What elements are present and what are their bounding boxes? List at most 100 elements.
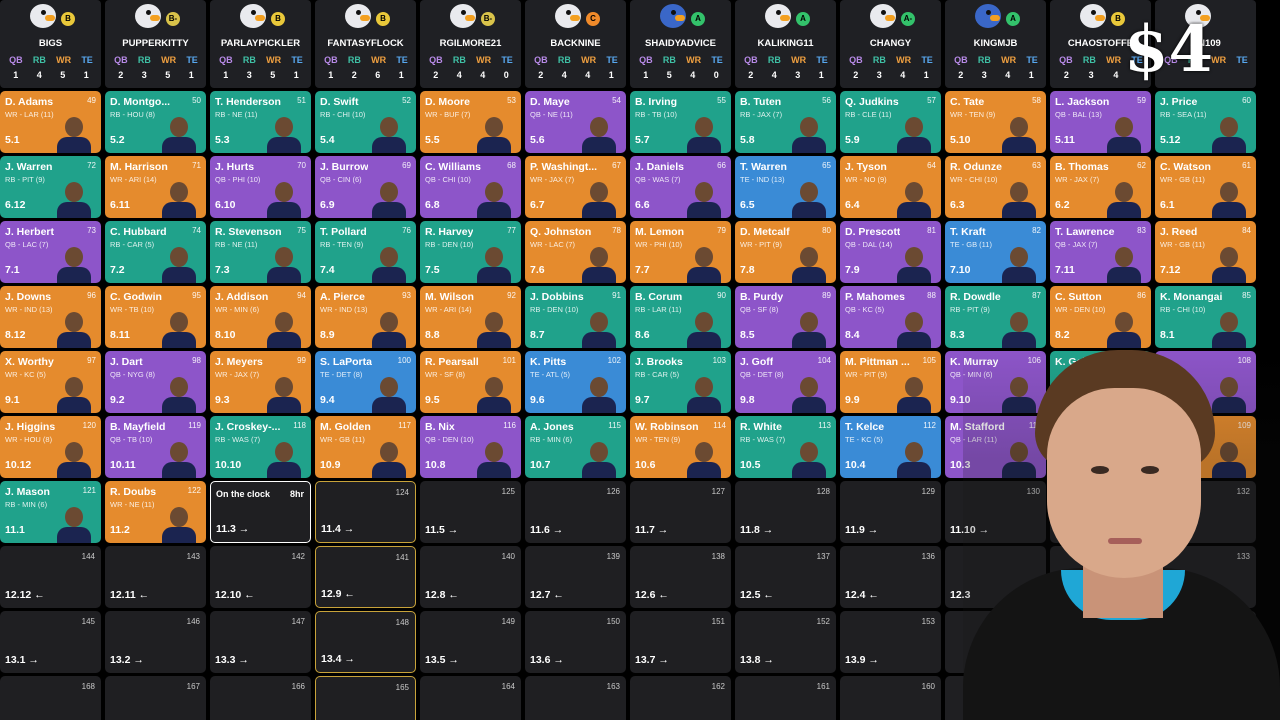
empty-pick-slot[interactable]: 167 [105,676,206,720]
player-pick-card[interactable]: C. Watson WR - GB (11) 61 6.1 [1155,156,1256,218]
empty-pick-slot[interactable]: 137 12.5 ← [735,546,836,608]
empty-pick-slot[interactable]: 125 11.5 → [420,481,521,543]
empty-pick-slot[interactable]: 146 13.2 → [105,611,206,673]
player-pick-card[interactable]: J. Higgins WR - HOU (8) 120 10.12 [0,416,101,478]
empty-pick-slot[interactable]: 129 11.9 → [840,481,941,543]
player-pick-card[interactable]: J. Reed WR - GB (11) 84 7.12 [1155,221,1256,283]
player-pick-card[interactable]: P. Mahomes QB - KC (5) 88 8.4 [840,286,941,348]
player-pick-card[interactable]: C. Williams QB - CHI (10) 68 6.8 [420,156,521,218]
player-pick-card[interactable]: A. Jones RB - MIN (6) 115 10.7 [525,416,626,478]
player-pick-card[interactable]: M. Lemon WR - PHI (10) 79 7.7 [630,221,731,283]
player-pick-card[interactable]: J. Dart QB - NYG (8) 98 9.2 [105,351,206,413]
player-pick-card[interactable]: L. Jackson QB - BAL (13) 59 5.11 [1050,91,1151,153]
empty-pick-slot[interactable]: 140 12.8 ← [420,546,521,608]
player-pick-card[interactable]: J. Mason RB - MIN (6) 121 11.1 [0,481,101,543]
player-pick-card[interactable]: R. Pearsall WR - SF (8) 101 9.5 [420,351,521,413]
player-pick-card[interactable]: M. Pittman ... WR - PIT (9) 105 9.9 [840,351,941,413]
empty-pick-slot[interactable]: 143 12.11 ← [105,546,206,608]
player-pick-card[interactable]: T. Lawrence QB - JAX (7) 83 7.11 [1050,221,1151,283]
player-pick-card[interactable]: B. Tuten RB - JAX (7) 56 5.8 [735,91,836,153]
player-pick-card[interactable]: D. Adams WR - LAR (11) 49 5.1 [0,91,101,153]
empty-pick-slot[interactable]: 166 [210,676,311,720]
player-pick-card[interactable]: T. Warren TE - IND (13) 65 6.5 [735,156,836,218]
player-pick-card[interactable]: A. Pierce WR - IND (13) 93 8.9 [315,286,416,348]
player-pick-card[interactable]: J. Tyson WR - NO (9) 64 6.4 [840,156,941,218]
empty-pick-slot[interactable]: 147 13.3 → [210,611,311,673]
player-pick-card[interactable]: B. Nix QB - DEN (10) 116 10.8 [420,416,521,478]
player-pick-card[interactable]: X. Worthy WR - KC (5) 97 9.1 [0,351,101,413]
player-pick-card[interactable]: Q. Judkins RB - CLE (11) 57 5.9 [840,91,941,153]
empty-pick-slot[interactable]: 141 12.9 ← [315,546,416,608]
player-pick-card[interactable]: C. Sutton WR - DEN (10) 86 8.2 [1050,286,1151,348]
player-pick-card[interactable]: R. Doubs WR - NE (11) 122 11.2 [105,481,206,543]
player-pick-card[interactable]: J. Warren RB - PIT (9) 72 6.12 [0,156,101,218]
player-pick-card[interactable]: D. Maye QB - NE (11) 54 5.6 [525,91,626,153]
on-the-clock-slot[interactable]: On the clock 8hr 11.3 → [210,481,311,543]
player-pick-card[interactable]: J. Price RB - SEA (11) 60 5.12 [1155,91,1256,153]
team-header[interactable]: B- RGILMORE21 QB RB WR TE 2 4 4 0 [420,0,521,88]
player-pick-card[interactable]: J. Brooks RB - CAR (5) 103 9.7 [630,351,731,413]
player-pick-card[interactable]: J. Addison WR - MIN (6) 94 8.10 [210,286,311,348]
empty-pick-slot[interactable]: 126 11.6 → [525,481,626,543]
player-pick-card[interactable]: J. Downs WR - IND (13) 96 8.12 [0,286,101,348]
player-pick-card[interactable]: C. Godwin WR - TB (10) 95 8.11 [105,286,206,348]
player-pick-card[interactable]: R. Stevenson RB - NE (11) 75 7.3 [210,221,311,283]
player-pick-card[interactable]: B. Irving RB - TB (10) 55 5.7 [630,91,731,153]
team-header[interactable]: A- CHANGY QB RB WR TE 2 3 4 1 [840,0,941,88]
empty-pick-slot[interactable]: 153 13.9 → [840,611,941,673]
player-pick-card[interactable]: T. Kelce TE - KC (5) 112 10.4 [840,416,941,478]
team-header[interactable]: B BIGS QB RB WR TE 1 4 5 1 [0,0,101,88]
player-pick-card[interactable]: C. Hubbard RB - CAR (5) 74 7.2 [105,221,206,283]
player-pick-card[interactable]: J. Dobbins RB - DEN (10) 91 8.7 [525,286,626,348]
player-pick-card[interactable]: D. Montgo... RB - HOU (8) 50 5.2 [105,91,206,153]
player-pick-card[interactable]: B. Mayfield QB - TB (10) 119 10.11 [105,416,206,478]
empty-pick-slot[interactable]: 168 [0,676,101,720]
player-pick-card[interactable]: P. Washingt... WR - JAX (7) 67 6.7 [525,156,626,218]
player-pick-card[interactable]: J. Hurts QB - PHI (10) 70 6.10 [210,156,311,218]
player-pick-card[interactable]: B. Thomas WR - JAX (7) 62 6.2 [1050,156,1151,218]
empty-pick-slot[interactable]: 163 [525,676,626,720]
empty-pick-slot[interactable]: 142 12.10 ← [210,546,311,608]
player-pick-card[interactable]: J. Herbert QB - LAC (7) 73 7.1 [0,221,101,283]
player-pick-card[interactable]: D. Metcalf WR - PIT (9) 80 7.8 [735,221,836,283]
player-pick-card[interactable]: R. White RB - WAS (7) 113 10.5 [735,416,836,478]
player-pick-card[interactable]: K. Monangai RB - CHI (10) 85 8.1 [1155,286,1256,348]
player-pick-card[interactable]: M. Wilson WR - ARI (14) 92 8.8 [420,286,521,348]
team-header[interactable]: A KINGMJB QB RB WR TE 2 3 4 1 [945,0,1046,88]
player-pick-card[interactable]: D. Prescott QB - DAL (14) 81 7.9 [840,221,941,283]
player-pick-card[interactable]: R. Harvey RB - DEN (10) 77 7.5 [420,221,521,283]
empty-pick-slot[interactable]: 138 12.6 ← [630,546,731,608]
player-pick-card[interactable]: Q. Johnston WR - LAC (7) 78 7.6 [525,221,626,283]
player-pick-card[interactable]: M. Harrison WR - ARI (14) 71 6.11 [105,156,206,218]
team-header[interactable]: B FANTASYFLOCK QB RB WR TE 1 2 6 1 [315,0,416,88]
team-header[interactable]: B PARLAYPICKLER QB RB WR TE 1 3 5 1 [210,0,311,88]
empty-pick-slot[interactable]: 164 [420,676,521,720]
team-header[interactable]: A SHAIDYADVICE QB RB WR TE 1 5 4 0 [630,0,731,88]
player-pick-card[interactable]: J. Burrow QB - CIN (6) 69 6.9 [315,156,416,218]
empty-pick-slot[interactable]: 124 11.4 → [315,481,416,543]
player-pick-card[interactable]: J. Goff QB - DET (8) 104 9.8 [735,351,836,413]
empty-pick-slot[interactable]: 151 13.7 → [630,611,731,673]
player-pick-card[interactable]: J. Meyers WR - JAX (7) 99 9.3 [210,351,311,413]
player-pick-card[interactable]: J. Croskey-... RB - WAS (7) 118 10.10 [210,416,311,478]
player-pick-card[interactable]: T. Pollard RB - TEN (9) 76 7.4 [315,221,416,283]
empty-pick-slot[interactable]: 144 12.12 ← [0,546,101,608]
player-pick-card[interactable]: D. Moore WR - BUF (7) 53 5.5 [420,91,521,153]
empty-pick-slot[interactable]: 139 12.7 ← [525,546,626,608]
empty-pick-slot[interactable]: 161 [735,676,836,720]
empty-pick-slot[interactable]: 148 13.4 → [315,611,416,673]
player-pick-card[interactable]: T. Kraft TE - GB (11) 82 7.10 [945,221,1046,283]
empty-pick-slot[interactable]: 150 13.6 → [525,611,626,673]
empty-pick-slot[interactable]: 145 13.1 → [0,611,101,673]
team-header[interactable]: A KALIKING11 QB RB WR TE 2 4 3 1 [735,0,836,88]
player-pick-card[interactable]: W. Robinson WR - TEN (9) 114 10.6 [630,416,731,478]
player-pick-card[interactable]: J. Daniels QB - WAS (7) 66 6.6 [630,156,731,218]
empty-pick-slot[interactable]: 149 13.5 → [420,611,521,673]
player-pick-card[interactable]: C. Tate WR - TEN (9) 58 5.10 [945,91,1046,153]
player-pick-card[interactable]: R. Dowdle RB - PIT (9) 87 8.3 [945,286,1046,348]
player-pick-card[interactable]: M. Golden WR - GB (11) 117 10.9 [315,416,416,478]
player-pick-card[interactable]: B. Corum RB - LAR (11) 90 8.6 [630,286,731,348]
player-pick-card[interactable]: S. LaPorta TE - DET (8) 100 9.4 [315,351,416,413]
empty-pick-slot[interactable]: 160 [840,676,941,720]
empty-pick-slot[interactable]: 128 11.8 → [735,481,836,543]
